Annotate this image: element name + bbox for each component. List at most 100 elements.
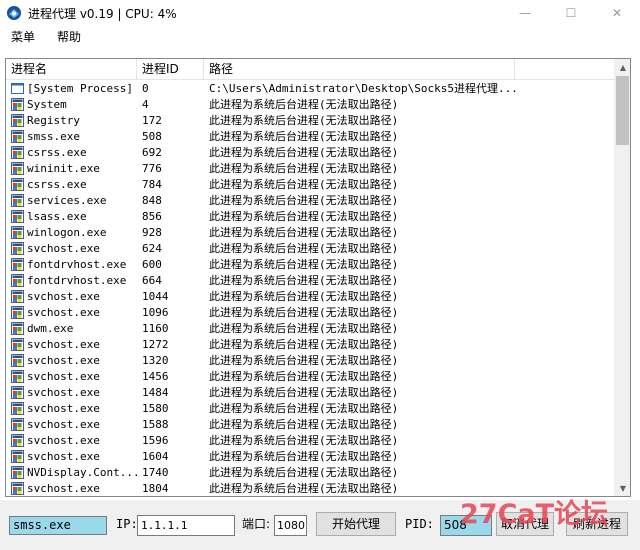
table-row[interactable]: fontdrvhost.exe 600 此进程为系统后台进程(无法取出路径) bbox=[6, 256, 617, 272]
app-icon bbox=[11, 401, 24, 415]
scroll-down-icon[interactable]: ▼ bbox=[615, 480, 630, 496]
table-row[interactable]: svchost.exe 1588 此进程为系统后台进程(无法取出路径) bbox=[6, 416, 617, 432]
minimize-button[interactable]: — bbox=[502, 0, 548, 26]
process-path: 此进程为系统后台进程(无法取出路径) bbox=[209, 162, 399, 175]
process-id: 1272 bbox=[142, 337, 169, 351]
process-name-cell: Registry bbox=[6, 113, 137, 127]
table-row[interactable]: svchost.exe 1096 此进程为系统后台进程(无法取出路径) bbox=[6, 304, 617, 320]
title-bar: 进程代理 v0.19 | CPU: 4% — ☐ ✕ bbox=[0, 0, 640, 26]
process-name: wininit.exe bbox=[27, 161, 100, 175]
table-row[interactable]: svchost.exe 1320 此进程为系统后台进程(无法取出路径) bbox=[6, 352, 617, 368]
port-input[interactable]: 1080 bbox=[274, 515, 307, 536]
process-id: 600 bbox=[142, 257, 162, 271]
process-name: Registry bbox=[27, 113, 80, 127]
start-proxy-button[interactable]: 开始代理 bbox=[316, 512, 396, 536]
table-row[interactable]: svchost.exe 1804 此进程为系统后台进程(无法取出路径) bbox=[6, 480, 617, 496]
table-row[interactable]: NVDisplay.Cont... 1740 此进程为系统后台进程(无法取出路径) bbox=[6, 464, 617, 480]
app-icon bbox=[11, 97, 24, 111]
table-row[interactable]: Registry 172 此进程为系统后台进程(无法取出路径) bbox=[6, 112, 617, 128]
table-row[interactable]: lsass.exe 856 此进程为系统后台进程(无法取出路径) bbox=[6, 208, 617, 224]
table-row[interactable]: wininit.exe 776 此进程为系统后台进程(无法取出路径) bbox=[6, 160, 617, 176]
process-name: svchost.exe bbox=[27, 417, 100, 431]
process-path: 此进程为系统后台进程(无法取出路径) bbox=[209, 98, 399, 111]
app-icon bbox=[11, 417, 24, 431]
process-path: 此进程为系统后台进程(无法取出路径) bbox=[209, 226, 399, 239]
process-id: 928 bbox=[142, 225, 162, 239]
process-name-cell: svchost.exe bbox=[6, 353, 137, 367]
vertical-scrollbar[interactable]: ▲ ▼ bbox=[614, 59, 630, 496]
menu-item-main[interactable]: 菜单 bbox=[0, 28, 46, 45]
process-name-cell: services.exe bbox=[6, 193, 137, 207]
table-row[interactable]: svchost.exe 1044 此进程为系统后台进程(无法取出路径) bbox=[6, 288, 617, 304]
process-name-cell: smss.exe bbox=[6, 129, 137, 143]
app-icon bbox=[11, 241, 24, 255]
process-list[interactable]: 进程名 进程ID 路径 [System Process] 0 C:\Users\Ad… bbox=[5, 58, 631, 497]
column-header-pid[interactable]: 进程ID bbox=[137, 59, 204, 80]
process-path: 此进程为系统后台进程(无法取出路径) bbox=[209, 322, 399, 335]
process-id: 1740 bbox=[142, 465, 169, 479]
table-row[interactable]: services.exe 848 此进程为系统后台进程(无法取出路径) bbox=[6, 192, 617, 208]
table-row[interactable]: csrss.exe 784 此进程为系统后台进程(无法取出路径) bbox=[6, 176, 617, 192]
column-header-filler bbox=[515, 59, 617, 80]
pid-input[interactable]: 508 bbox=[440, 515, 492, 536]
ip-input[interactable]: 1.1.1.1 bbox=[137, 515, 235, 536]
process-id: 1320 bbox=[142, 353, 169, 367]
column-header-name[interactable]: 进程名 bbox=[6, 59, 137, 80]
refresh-processes-button[interactable]: 刷新进程 bbox=[566, 512, 628, 536]
scroll-up-icon[interactable]: ▲ bbox=[615, 59, 630, 75]
app-icon bbox=[11, 337, 24, 351]
process-id: 172 bbox=[142, 113, 162, 127]
maximize-button[interactable]: ☐ bbox=[548, 0, 594, 26]
process-name-cell: svchost.exe bbox=[6, 401, 137, 415]
process-name-cell: svchost.exe bbox=[6, 449, 137, 463]
close-button[interactable]: ✕ bbox=[594, 0, 640, 26]
process-path: 此进程为系统后台进程(无法取出路径) bbox=[209, 114, 399, 127]
table-row[interactable]: fontdrvhost.exe 664 此进程为系统后台进程(无法取出路径) bbox=[6, 272, 617, 288]
process-id: 624 bbox=[142, 241, 162, 255]
table-row[interactable]: System 4 此进程为系统后台进程(无法取出路径) bbox=[6, 96, 617, 112]
process-name-cell: svchost.exe bbox=[6, 481, 137, 495]
process-path: 此进程为系统后台进程(无法取出路径) bbox=[209, 274, 399, 287]
process-id: 1456 bbox=[142, 369, 169, 383]
process-name: services.exe bbox=[27, 193, 107, 207]
app-icon bbox=[11, 385, 24, 399]
selected-process-field[interactable]: smss.exe bbox=[9, 516, 107, 535]
table-row[interactable]: dwm.exe 1160 此进程为系统后台进程(无法取出路径) bbox=[6, 320, 617, 336]
app-icon bbox=[11, 273, 24, 287]
app-icon bbox=[11, 321, 24, 335]
table-row[interactable]: svchost.exe 1596 此进程为系统后台进程(无法取出路径) bbox=[6, 432, 617, 448]
process-path: 此进程为系统后台进程(无法取出路径) bbox=[209, 450, 399, 463]
table-row[interactable]: svchost.exe 1272 此进程为系统后台进程(无法取出路径) bbox=[6, 336, 617, 352]
process-id: 1096 bbox=[142, 305, 169, 319]
process-name-cell: lsass.exe bbox=[6, 209, 137, 223]
app-icon bbox=[11, 433, 24, 447]
table-row[interactable]: smss.exe 508 此进程为系统后台进程(无法取出路径) bbox=[6, 128, 617, 144]
process-name-cell: svchost.exe bbox=[6, 369, 137, 383]
app-icon bbox=[11, 113, 24, 127]
process-id: 1044 bbox=[142, 289, 169, 303]
process-id: 1580 bbox=[142, 401, 169, 415]
process-name-cell: wininit.exe bbox=[6, 161, 137, 175]
process-path: 此进程为系统后台进程(无法取出路径) bbox=[209, 482, 399, 495]
table-row[interactable]: svchost.exe 1456 此进程为系统后台进程(无法取出路径) bbox=[6, 368, 617, 384]
table-row[interactable]: winlogon.exe 928 此进程为系统后台进程(无法取出路径) bbox=[6, 224, 617, 240]
scroll-thumb[interactable] bbox=[616, 76, 629, 145]
table-row[interactable]: csrss.exe 692 此进程为系统后台进程(无法取出路径) bbox=[6, 144, 617, 160]
table-row[interactable]: svchost.exe 624 此进程为系统后台进程(无法取出路径) bbox=[6, 240, 617, 256]
pid-label: PID: bbox=[405, 517, 434, 531]
process-id: 784 bbox=[142, 177, 162, 191]
table-row[interactable]: svchost.exe 1580 此进程为系统后台进程(无法取出路径) bbox=[6, 400, 617, 416]
column-header-path[interactable]: 路径 bbox=[204, 59, 515, 80]
menu-item-help[interactable]: 帮助 bbox=[46, 28, 92, 45]
table-row[interactable]: [System Process] 0 C:\Users\Administrator\… bbox=[6, 80, 617, 96]
control-panel: smss.exe IP: 1.1.1.1 端口: 1080 开始代理 PID: … bbox=[0, 500, 640, 550]
close-icon: ✕ bbox=[611, 6, 623, 20]
table-row[interactable]: svchost.exe 1484 此进程为系统后台进程(无法取出路径) bbox=[6, 384, 617, 400]
cancel-proxy-button[interactable]: 取消代理 bbox=[496, 512, 554, 536]
process-path: 此进程为系统后台进程(无法取出路径) bbox=[209, 354, 399, 367]
app-icon bbox=[11, 481, 24, 495]
table-row[interactable]: svchost.exe 1604 此进程为系统后台进程(无法取出路径) bbox=[6, 448, 617, 464]
minimize-icon: — bbox=[519, 6, 531, 20]
process-name: svchost.exe bbox=[27, 401, 100, 415]
process-name-cell: csrss.exe bbox=[6, 177, 137, 191]
